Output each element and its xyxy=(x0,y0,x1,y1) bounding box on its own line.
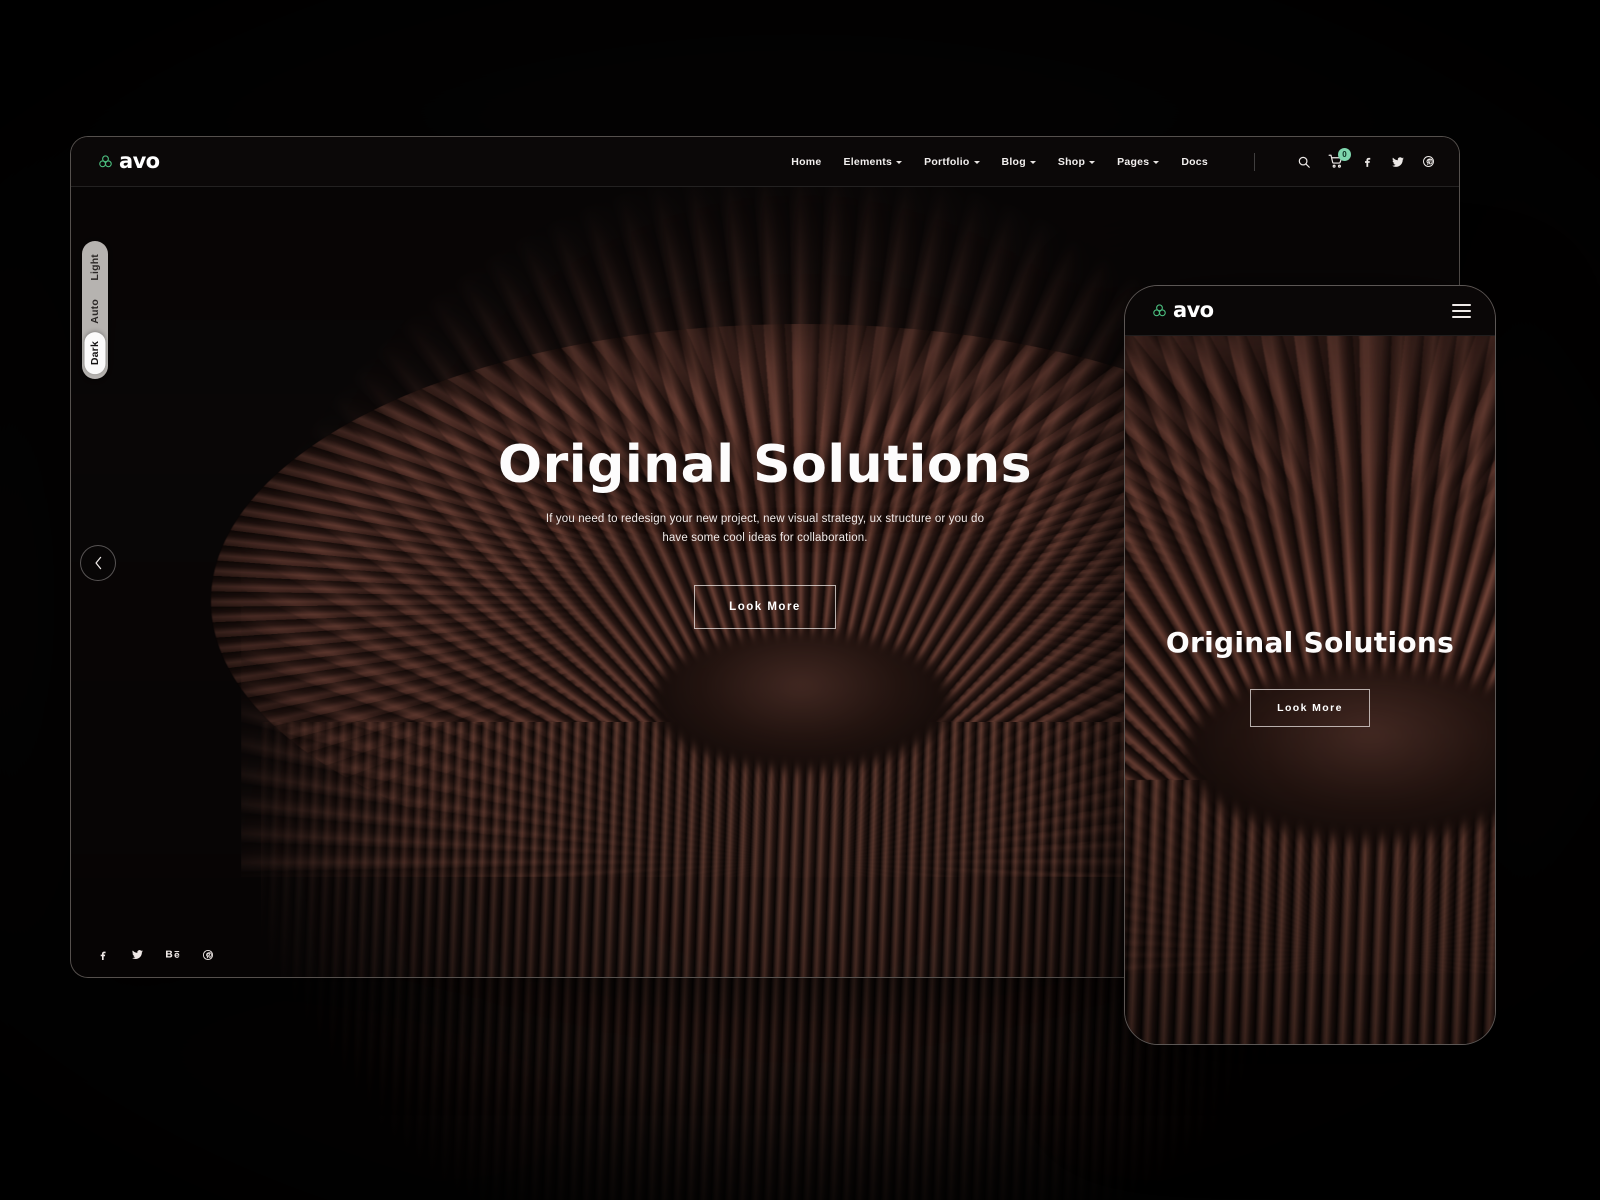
phone-navbar: avo xyxy=(1125,286,1495,336)
nav-item-label: Elements xyxy=(843,155,893,168)
brand-logo[interactable]: avo xyxy=(97,151,160,172)
phone-viewport: avo Original Solutions Look More xyxy=(1125,286,1495,1044)
nav-item-label: Blog xyxy=(1001,155,1026,168)
nav-item-docs[interactable]: Docs xyxy=(1181,156,1208,168)
look-more-button[interactable]: Look More xyxy=(694,585,836,630)
navbar-icon-group: 0 xyxy=(1297,148,1435,169)
desktop-social-links xyxy=(97,948,214,961)
theme-option-auto[interactable]: Auto xyxy=(85,290,106,333)
desktop-fan-center-hole xyxy=(651,630,951,770)
phone-hero: Original Solutions Look More xyxy=(1125,626,1495,727)
chevron-down-icon xyxy=(1153,161,1160,164)
trefoil-knot-icon xyxy=(99,155,112,168)
nav-item-shop[interactable]: Shop xyxy=(1057,155,1096,168)
facebook-icon[interactable] xyxy=(97,949,109,961)
brand-name: avo xyxy=(119,149,160,173)
facebook-icon[interactable] xyxy=(1361,155,1374,168)
cart-count-badge: 0 xyxy=(1338,148,1351,161)
nav-item-label: Portfolio xyxy=(924,155,970,168)
cart-icon[interactable]: 0 xyxy=(1328,148,1351,169)
phone-look-more-button[interactable]: Look More xyxy=(1250,689,1370,727)
search-icon[interactable] xyxy=(1297,155,1311,169)
carousel-prev-button[interactable] xyxy=(80,545,116,581)
chevron-down-icon xyxy=(896,161,903,164)
nav-item-label: Home xyxy=(791,155,822,168)
page-backdrop: avo Home Elements Portfolio Blog Shop Pa… xyxy=(0,0,1600,1200)
hero-subtitle: If you need to redesign your new project… xyxy=(545,513,985,544)
nav-item-portfolio[interactable]: Portfolio xyxy=(924,155,980,168)
chevron-left-icon xyxy=(94,556,101,570)
chevron-down-icon xyxy=(973,161,980,164)
twitter-icon[interactable] xyxy=(1391,155,1405,169)
navbar-divider xyxy=(1254,152,1255,171)
nav-item-blog[interactable]: Blog xyxy=(1002,156,1036,168)
desktop-navbar: avo Home Elements Portfolio Blog Shop Pa… xyxy=(71,137,1459,187)
phone-hero-title: Original Solutions xyxy=(1165,626,1455,659)
chevron-down-icon xyxy=(1029,161,1036,164)
hamburger-menu-icon[interactable] xyxy=(1452,303,1471,318)
phone-brand-logo[interactable]: avo xyxy=(1151,300,1214,321)
desktop-nav-menu: Home Elements Portfolio Blog Shop Pages … xyxy=(791,148,1435,171)
pinterest-icon[interactable] xyxy=(1422,155,1435,168)
phone-brand-name: avo xyxy=(1173,298,1214,322)
behance-icon[interactable] xyxy=(166,949,180,960)
phone-mockup: avo Original Solutions Look More xyxy=(1124,285,1496,1045)
theme-switcher: Light Auto Dark xyxy=(82,241,108,379)
theme-option-light[interactable]: Light xyxy=(85,245,106,290)
nav-item-label: Pages xyxy=(1117,155,1150,168)
nav-item-pages[interactable]: Pages xyxy=(1117,155,1160,168)
nav-item-elements[interactable]: Elements xyxy=(843,155,903,168)
nav-item-label: Shop xyxy=(1057,155,1086,168)
chevron-down-icon xyxy=(1089,161,1096,164)
theme-option-dark[interactable]: Dark xyxy=(84,332,106,375)
nav-item-label: Docs xyxy=(1181,155,1208,168)
twitter-icon[interactable] xyxy=(131,948,144,961)
nav-item-home[interactable]: Home xyxy=(791,156,821,168)
pinterest-icon[interactable] xyxy=(202,949,214,961)
trefoil-knot-icon xyxy=(1153,304,1166,317)
